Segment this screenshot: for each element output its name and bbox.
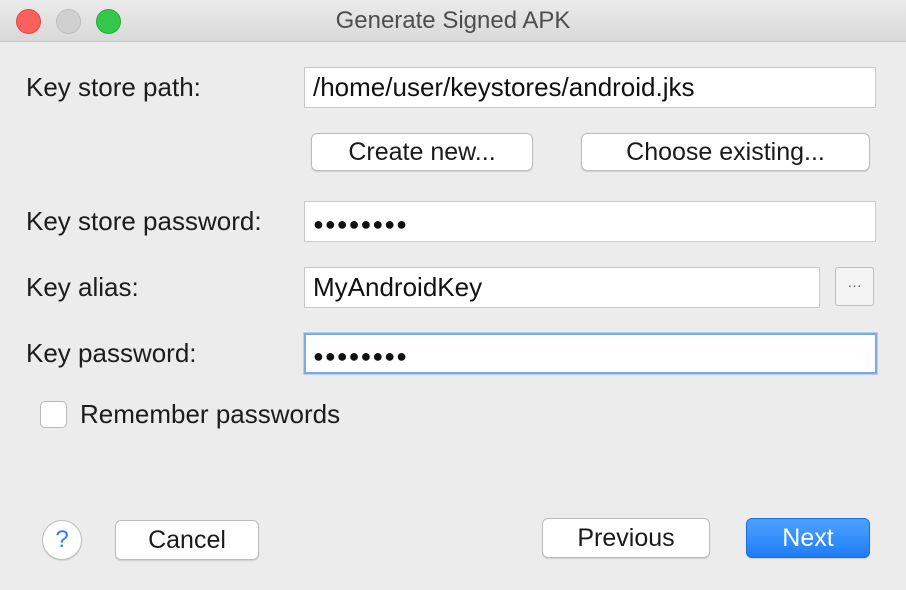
create-new-button[interactable]: Create new... xyxy=(311,133,533,171)
key-password-label: Key password: xyxy=(26,338,197,368)
help-button[interactable]: ? xyxy=(42,520,82,560)
window-title: Generate Signed APK xyxy=(335,7,571,34)
key-store-path-label: Key store path: xyxy=(26,72,201,102)
key-alias-field[interactable]: MyAndroidKey xyxy=(304,267,820,308)
key-store-password-masked-value: ●●●●●●●● xyxy=(313,214,408,234)
cancel-button[interactable]: Cancel xyxy=(115,520,259,560)
choose-existing-button[interactable]: Choose existing... xyxy=(581,133,870,171)
key-store-path-field[interactable]: /home/user/keystores/android.jks xyxy=(304,67,876,108)
title-bar: Generate Signed APK xyxy=(0,0,906,42)
next-button[interactable]: Next xyxy=(746,518,870,558)
key-store-password-field[interactable]: ●●●●●●●● xyxy=(304,201,876,242)
key-store-password-label: Key store password: xyxy=(26,206,262,236)
key-alias-label: Key alias: xyxy=(26,272,139,302)
key-password-masked-value: ●●●●●●●● xyxy=(313,346,408,366)
generate-signed-apk-dialog: Generate Signed APK Key store path: /hom… xyxy=(0,0,906,590)
key-alias-browse-button[interactable]: ··· xyxy=(835,267,874,306)
previous-button[interactable]: Previous xyxy=(542,518,710,558)
remember-passwords-label[interactable]: Remember passwords xyxy=(80,399,340,430)
remember-passwords-checkbox[interactable] xyxy=(40,401,67,428)
key-password-field[interactable]: ●●●●●●●● xyxy=(304,333,877,374)
